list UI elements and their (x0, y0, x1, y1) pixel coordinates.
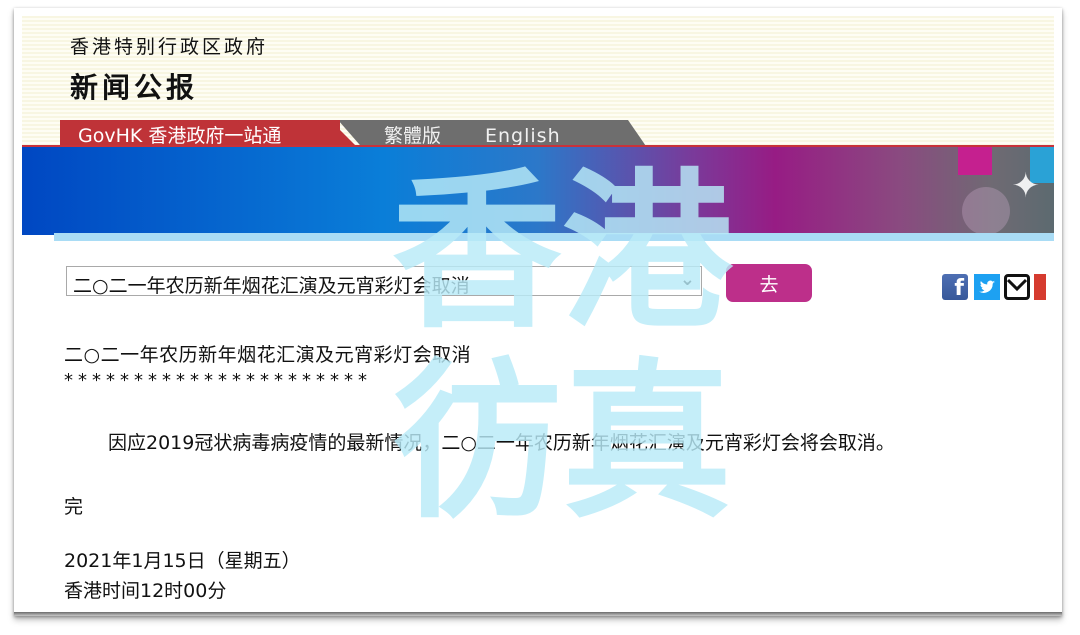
sparkle-icon: ✦ (1011, 166, 1041, 206)
banner: ✦ (22, 145, 1054, 235)
select-value: 二○二一年农历新年烟花汇演及元宵彩灯会取消 (73, 275, 470, 297)
press-release-select[interactable]: 二○二一年农历新年烟花汇演及元宵彩灯会取消 ⌄ (66, 266, 702, 297)
page-frame: 香港特别行政区政府 新闻公报 GovHK 香港政府一站通 繁體版 English… (14, 8, 1062, 616)
article-end-marker: 完 (64, 496, 84, 518)
government-name: 香港特别行政区政府 (70, 36, 269, 58)
article-separator: ********************** (64, 370, 372, 391)
twitter-icon[interactable] (974, 274, 1000, 300)
go-button[interactable]: 去 (726, 264, 812, 302)
facebook-icon[interactable]: f (942, 274, 968, 301)
banner-circle-decoration (962, 187, 1010, 235)
email-icon[interactable] (1004, 274, 1030, 300)
footer-divider (14, 612, 1062, 616)
chevron-down-icon: ⌄ (679, 269, 695, 290)
article-time: 香港时间12时00分 (64, 580, 227, 602)
article-date: 2021年1月15日（星期五） (64, 550, 301, 572)
section-title: 新闻公报 (70, 71, 199, 104)
banner-square-decoration (958, 147, 992, 175)
article-body: 因应2019冠状病毒病疫情的最新情况，二○二一年农历新年烟花汇演及元宵彩灯会将会… (108, 432, 895, 454)
article-title: 二○二一年农历新年烟花汇演及元宵彩灯会取消 (64, 344, 472, 366)
google-plus-icon[interactable] (1034, 274, 1046, 300)
banner-strip (54, 233, 1054, 241)
header: 香港特别行政区政府 新闻公报 GovHK 香港政府一站通 繁體版 English (22, 16, 1054, 152)
